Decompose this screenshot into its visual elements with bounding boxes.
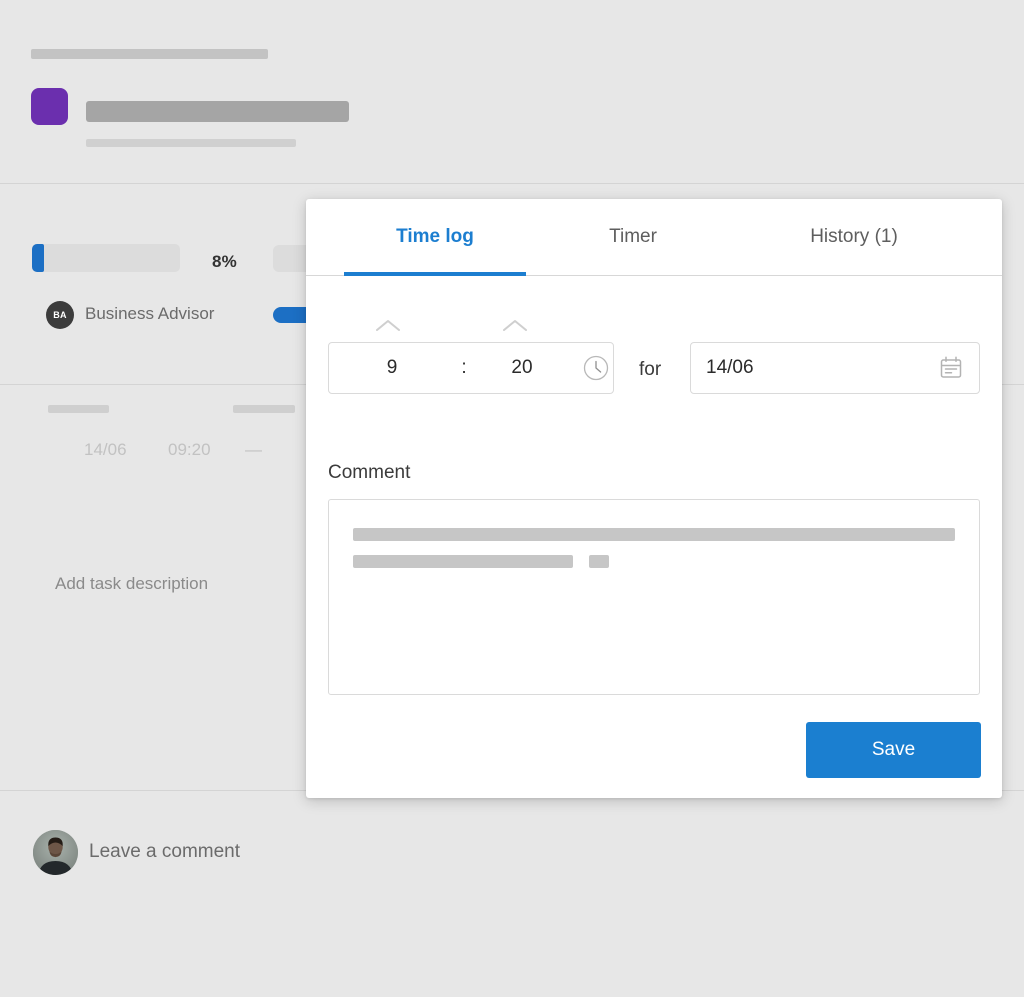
chevron-up-icon[interactable]: [374, 317, 402, 334]
time-input-group: 9 : 20: [328, 342, 614, 394]
timelog-column-header-placeholder: [48, 405, 109, 413]
timelog-row-duration: —: [245, 440, 262, 460]
section-divider: [0, 183, 1024, 184]
minute-input[interactable]: 20: [473, 343, 571, 393]
avatar-initials: BA: [46, 301, 74, 329]
comment-label: Comment: [328, 462, 410, 484]
hour-input[interactable]: 9: [329, 343, 455, 393]
calendar-icon[interactable]: [938, 355, 964, 381]
time-log-modal: Time log Timer History (1) 9 : 20: [306, 199, 1002, 798]
save-button[interactable]: Save: [806, 722, 981, 778]
clock-icon[interactable]: [582, 354, 610, 382]
timelog-row-date: 14/06: [84, 440, 127, 460]
task-subtitle-placeholder: [86, 139, 296, 147]
leave-comment-placeholder[interactable]: Leave a comment: [89, 841, 240, 863]
tab-time-log-label: Time log: [396, 226, 474, 248]
time-entry-row: 9 : 20 for 14/06: [306, 275, 1002, 425]
date-input[interactable]: 14/06: [706, 343, 754, 393]
progress-bar[interactable]: [32, 244, 180, 272]
add-task-description-placeholder[interactable]: Add task description: [55, 574, 208, 594]
avatar: [33, 830, 78, 875]
tab-timer-label: Timer: [609, 226, 657, 248]
comment-text-placeholder-line: [353, 528, 955, 541]
tab-time-log[interactable]: Time log: [344, 199, 526, 275]
modal-tab-bar: Time log Timer History (1): [306, 199, 1002, 276]
tab-history[interactable]: History (1): [746, 199, 962, 275]
timelog-row-time: 09:20: [168, 440, 211, 460]
project-icon: [31, 88, 68, 125]
chevron-up-icon[interactable]: [501, 317, 529, 334]
breadcrumb-placeholder: [31, 49, 268, 59]
for-label: for: [639, 359, 661, 381]
date-input-group: 14/06: [690, 342, 980, 394]
tab-timer[interactable]: Timer: [558, 199, 708, 275]
tab-history-label: History (1): [810, 226, 898, 248]
progress-percent-label: 8%: [212, 252, 237, 272]
comment-text-placeholder-line: [353, 555, 573, 568]
comment-text-placeholder-word: [589, 555, 609, 568]
comment-textarea[interactable]: [328, 499, 980, 695]
task-title-placeholder: [86, 101, 349, 122]
progress-bar-fill: [32, 244, 44, 272]
timelog-column-header-placeholder: [233, 405, 295, 413]
assignee-name: Business Advisor: [85, 304, 214, 324]
time-separator: :: [455, 343, 473, 393]
